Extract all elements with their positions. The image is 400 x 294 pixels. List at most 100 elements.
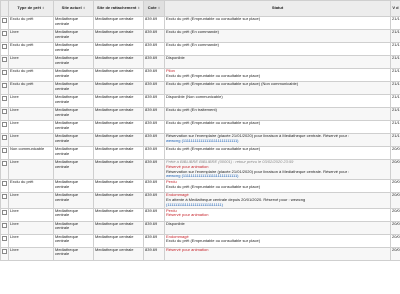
row-checkbox[interactable] xyxy=(2,248,7,254)
cell-cote: 839.69 xyxy=(143,207,165,222)
column-header-statut[interactable]: Statut xyxy=(164,0,391,17)
cell-type: Exclu du prêt xyxy=(8,81,54,95)
cell-last-text: 21/1 xyxy=(392,94,400,99)
cell-last-text: 20/0 xyxy=(392,247,400,252)
cell-type-text: Livre xyxy=(10,120,19,125)
cell-cote: 839.69 xyxy=(143,246,165,261)
cell-cote-text: 839.69 xyxy=(145,221,158,226)
cell-cote: 839.69 xyxy=(143,94,165,108)
cell-type: Livre xyxy=(8,133,54,147)
cell-last: 21/1 xyxy=(390,68,400,82)
row-checkbox[interactable] xyxy=(2,181,7,187)
row-checkbox[interactable] xyxy=(2,57,7,62)
cell-last: 20/0 xyxy=(390,207,400,222)
table-row: Exclu du prêt Mediatheque centrale Mediath… xyxy=(0,179,400,194)
cell-statut: Exclu du prêt (En commande) xyxy=(164,42,391,56)
cell-type-text: Exclu du prêt xyxy=(10,68,34,73)
row-checkbox[interactable] xyxy=(2,209,7,215)
status-line: Exclu du prêt (Empruntable ou consultabl… xyxy=(166,81,299,86)
status-line: Exclu du prêt (Empruntable ou consultabl… xyxy=(166,146,261,151)
cell-site-text: Mediatheque centrale xyxy=(55,221,79,231)
cell-statut: Pilon Exclu du prêt (Empruntable ou consu… xyxy=(164,68,391,82)
cell-type-text: Livre xyxy=(10,133,19,138)
row-checkbox[interactable] xyxy=(2,18,7,23)
row-checkbox[interactable] xyxy=(2,148,7,153)
cell-site: Mediatheque centrale xyxy=(53,107,94,121)
cell-attach: Mediatheque centrale xyxy=(93,207,144,222)
cell-statut: Réservé pour animation xyxy=(164,246,391,261)
row-checkbox[interactable] xyxy=(2,44,7,49)
row-checkbox[interactable] xyxy=(2,194,7,200)
cell-last-text: 21/1 xyxy=(392,42,400,47)
cell-attach-text: Mediatheque centrale xyxy=(95,192,134,198)
cell-cote: 839.69 xyxy=(143,55,165,69)
items-table: Type de prêt ⬍ Site actuel ⬍ Site de rat… xyxy=(0,0,400,261)
row-checkbox[interactable] xyxy=(2,109,7,114)
column-header-type[interactable]: Type de prêt ⬍ xyxy=(8,0,54,17)
status-line[interactable]: (1111111111111111111111111111) xyxy=(166,202,389,207)
cell-cote-text: 839.69 xyxy=(145,81,158,86)
status-line: Exclu du prêt (Empruntable ou consultabl… xyxy=(166,120,261,125)
row-checkbox[interactable] xyxy=(2,96,7,101)
row-checkbox[interactable] xyxy=(2,31,7,36)
cell-cote: 839.69 xyxy=(143,81,165,95)
cell-attach: Mediatheque centrale xyxy=(93,246,144,261)
column-header-last[interactable]: V d xyxy=(390,0,400,17)
row-checkbox[interactable] xyxy=(2,122,7,127)
row-checkbox[interactable] xyxy=(2,83,7,88)
cell-cote: 839.69 xyxy=(143,107,165,121)
cell-site: Mediatheque centrale xyxy=(53,246,94,261)
row-checkbox[interactable] xyxy=(2,70,7,75)
cell-type-text: Livre xyxy=(10,192,19,198)
row-checkbox[interactable] xyxy=(2,161,7,166)
row-select-cell xyxy=(0,120,9,134)
cell-attach: Mediatheque centrale xyxy=(93,146,144,160)
cell-site: Mediatheque centrale xyxy=(53,207,94,222)
status-line[interactable]: wewcng (1111111111111111111111111111) xyxy=(166,174,389,179)
cell-last-text: 21/1 xyxy=(392,81,400,86)
cell-last-text: 20/0 xyxy=(392,179,400,185)
cell-attach-text: Mediatheque centrale xyxy=(95,107,134,112)
cell-cote: 839.69 xyxy=(143,16,165,30)
cell-statut: Endommagé En attente à Mediatheque centra… xyxy=(164,192,391,209)
cell-last-text: 21/1 xyxy=(392,120,400,125)
status-line: Réservé pour animation xyxy=(166,247,209,252)
row-checkbox[interactable] xyxy=(2,222,7,228)
cell-attach-text: Mediatheque centrale xyxy=(95,55,134,60)
row-checkbox[interactable] xyxy=(2,135,7,140)
table-row: Livre Mediatheque centrale Mediatheque cen… xyxy=(0,220,400,235)
cell-site: Mediatheque centrale xyxy=(53,146,94,160)
cell-attach: Mediatheque centrale xyxy=(93,220,144,235)
column-header-cote[interactable]: Cote ⬍ xyxy=(143,0,165,17)
cell-attach: Mediatheque centrale xyxy=(93,42,144,56)
row-checkbox[interactable] xyxy=(2,235,7,241)
cell-last-text: 21/1 xyxy=(392,133,400,138)
sort-icon: ⬍ xyxy=(137,6,140,11)
status-line[interactable]: wewcng (1111111111111111111111111111) xyxy=(166,138,389,144)
cell-site-text: Mediatheque centrale xyxy=(55,179,79,189)
cell-cote: 839.69 xyxy=(143,146,165,160)
table-row: Livre Mediatheque centrale Mediatheque cen… xyxy=(0,120,400,134)
column-header-attach[interactable]: Site de rattachement ⬍ xyxy=(93,0,144,17)
cell-last: 21/1 xyxy=(390,16,400,30)
cell-site: Mediatheque centrale xyxy=(53,42,94,56)
row-select-cell xyxy=(0,68,9,82)
cell-statut: Disponible xyxy=(164,55,391,69)
cell-attach: Mediatheque centrale xyxy=(93,158,144,181)
table-header-row: Type de prêt ⬍ Site actuel ⬍ Site de rat… xyxy=(0,0,400,17)
cell-statut: Réservation sur l'exemplaire (placée 21/… xyxy=(164,133,391,147)
row-select-cell xyxy=(0,207,9,222)
status-line: Exclu du prêt (Empruntable ou consultabl… xyxy=(166,183,261,189)
cell-site-text: Mediatheque centrale xyxy=(55,192,79,202)
cell-last: 21/1 xyxy=(390,81,400,95)
cell-last: 21/1 xyxy=(390,55,400,69)
table-row: Exclu du prêt Mediatheque centrale Mediath… xyxy=(0,16,400,30)
cell-attach-text: Mediatheque centrale xyxy=(95,42,134,47)
cell-site-text: Mediatheque centrale xyxy=(55,81,79,91)
column-header-site[interactable]: Site actuel ⬍ xyxy=(53,0,94,17)
cell-last: 21/1 xyxy=(390,120,400,134)
row-select-cell xyxy=(0,192,9,209)
table-row: Livre Mediatheque centrale Mediatheque cen… xyxy=(0,55,400,69)
status-line: Disponible (Non communicable) xyxy=(166,94,223,99)
cell-type-text: Exclu du prêt xyxy=(10,81,34,86)
